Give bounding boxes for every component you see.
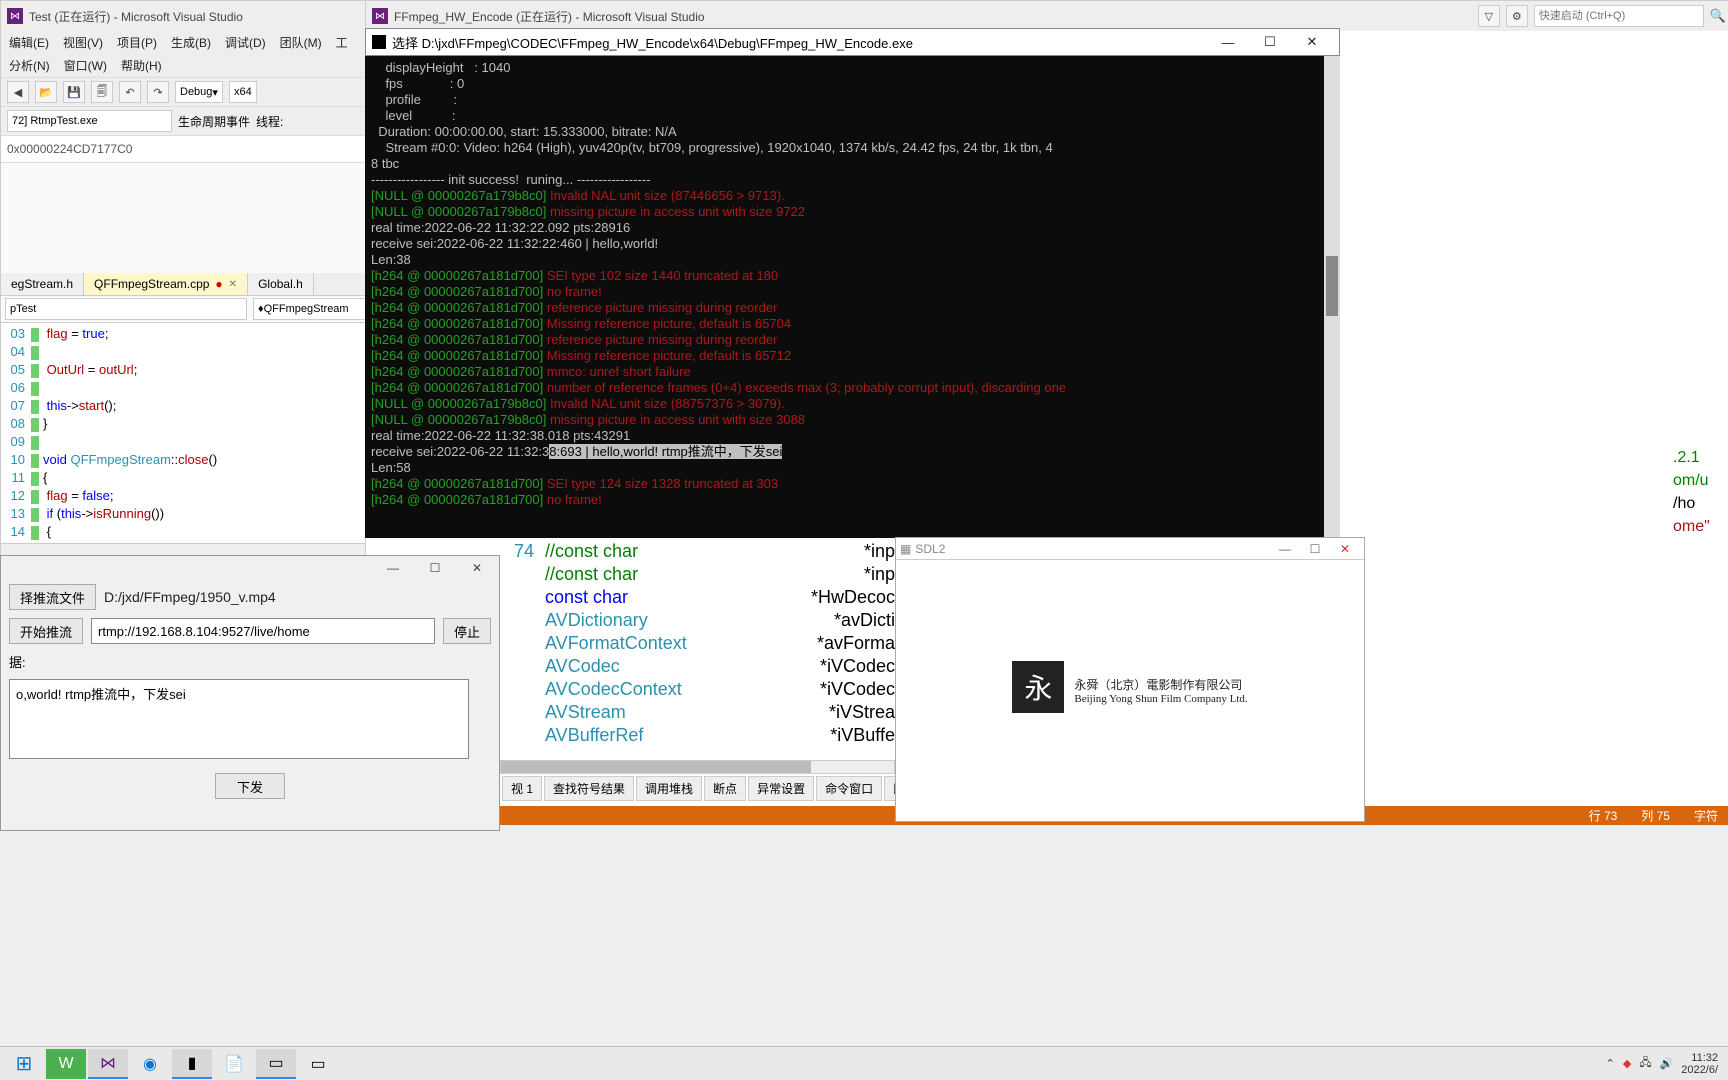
app-edge[interactable]: ◉ [130, 1049, 170, 1079]
console-title-text: 选择 D:\jxd\FFmpeg\CODEC\FFmpeg_HW_Encode\… [392, 33, 913, 52]
console-window: 选择 D:\jxd\FFmpeg\CODEC\FFmpeg_HW_Encode\… [365, 28, 1340, 538]
tab-stream-cpp[interactable]: QFFmpegStream.cpp●✕ [84, 273, 248, 295]
send-button[interactable]: 下发 [215, 773, 285, 799]
tray-app-icon[interactable]: ◆ [1623, 1057, 1631, 1070]
console-titlebar[interactable]: 选择 D:\jxd\FFmpeg\CODEC\FFmpeg_HW_Encode\… [365, 28, 1340, 56]
search-icon[interactable]: 🔍 [1710, 8, 1726, 24]
app-window-2[interactable]: ▭ [298, 1049, 338, 1079]
message-label: 据: [9, 652, 26, 671]
process-select[interactable]: 72] RtmpTest.exe [7, 110, 172, 132]
logo-text-en: Beijing Yong Shun Film Company Ltd. [1074, 693, 1247, 705]
undo-icon[interactable]: ↶ [119, 81, 141, 103]
config-select[interactable]: Debug ▾ [175, 81, 223, 103]
tray-up-icon[interactable]: ⌃ [1606, 1057, 1615, 1070]
taskbar[interactable]: ⊞ W ⋈ ◉ ▮ 📄 ▭ ▭ ⌃ ◆ 🖧 🔊 11:322022/6/ [0, 1046, 1728, 1080]
minimize-button[interactable]: — [1270, 542, 1300, 556]
settings-icon[interactable]: ⚙ [1506, 5, 1528, 27]
menu-build[interactable]: 生成(B) [171, 34, 211, 51]
message-textarea[interactable]: o,world! rtmp推流中，下发sei [9, 679, 469, 759]
save-icon[interactable]: 💾 [63, 81, 85, 103]
status-col: 列 75 [1641, 807, 1670, 824]
tray-net-icon[interactable]: 🖧 [1639, 1054, 1651, 1073]
quick-launch-input[interactable] [1534, 5, 1704, 27]
status-char: 字符 [1694, 807, 1718, 824]
maximize-button[interactable]: ☐ [1249, 30, 1291, 54]
rtmp-url-input[interactable] [91, 618, 435, 644]
window-title: FFmpeg_HW_Encode (正在运行) - Microsoft Visu… [394, 8, 705, 25]
maximize-button[interactable]: ☐ [1300, 542, 1330, 556]
menu-team[interactable]: 团队(M) [280, 34, 322, 51]
code-editor-right[interactable]: 74 //const char*inp //const char*inp con… [500, 540, 895, 747]
output-tabs: 视 1查找符号结果调用堆栈断点异常设置命令窗口即时窗口 [502, 776, 950, 801]
menu-tools-trunc[interactable]: 工 [336, 34, 348, 51]
h-scrollbar-right[interactable] [500, 760, 895, 774]
platform-select[interactable]: x64 [229, 81, 257, 103]
push-stream-dialog: — ☐ ✕ 择推流文件 D:/jxd/FFmpeg/1950_v.mp4 开始推… [0, 555, 500, 831]
console-output[interactable]: displayHeight : 1040 fps : 0 profile : l… [365, 56, 1340, 536]
app-icon-1[interactable]: W [46, 1049, 86, 1079]
tab-stream-h[interactable]: egStream.h [1, 273, 84, 295]
minimize-button[interactable]: — [375, 558, 411, 578]
menu-window[interactable]: 窗口(W) [64, 57, 107, 74]
sdl-video-frame: 永 永舜（北京）電影制作有限公司 Beijing Yong Shun Film … [896, 560, 1364, 820]
close-button[interactable]: ✕ [1291, 30, 1333, 54]
right-peek-code: .2.1om/u/hoome" [1673, 446, 1728, 538]
thread-label: 线程: [256, 113, 283, 130]
choose-file-button[interactable]: 择推流文件 [9, 584, 96, 610]
menu-edit[interactable]: 编辑(E) [9, 34, 49, 51]
tray-sound-icon[interactable]: 🔊 [1660, 1057, 1674, 1070]
app-notepad[interactable]: 📄 [214, 1049, 254, 1079]
maximize-button[interactable]: ☐ [417, 558, 453, 578]
taskbar-clock[interactable]: 11:322022/6/ [1681, 1052, 1718, 1076]
cmd-icon [372, 35, 386, 49]
scope-class[interactable]: pTest [5, 298, 247, 320]
minimize-button[interactable]: — [1207, 30, 1249, 54]
open-icon[interactable]: 📂 [35, 81, 57, 103]
output-tab[interactable]: 断点 [704, 776, 746, 801]
close-button[interactable]: ✕ [459, 558, 495, 578]
console-scrollbar[interactable] [1324, 56, 1340, 538]
menu-analyze[interactable]: 分析(N) [9, 57, 50, 74]
output-tab[interactable]: 调用堆栈 [636, 776, 702, 801]
logo-icon: 永 [1012, 661, 1064, 713]
menu-view[interactable]: 视图(V) [63, 34, 103, 51]
lifecycle-label: 生命周期事件 [178, 113, 250, 130]
app-window-1[interactable]: ▭ [256, 1049, 296, 1079]
app-terminal[interactable]: ▮ [172, 1049, 212, 1079]
vs-icon: ⋈ [7, 8, 23, 24]
start-button[interactable]: ⊞ [4, 1049, 44, 1079]
logo-text-cn: 永舜（北京）電影制作有限公司 [1074, 676, 1247, 693]
vs-icon: ⋈ [372, 8, 388, 24]
app-vs[interactable]: ⋈ [88, 1049, 128, 1079]
saveall-icon[interactable]: 🗐 [91, 81, 113, 103]
menu-debug[interactable]: 调试(D) [225, 34, 266, 51]
tab-global-h[interactable]: Global.h [248, 273, 314, 295]
system-tray[interactable]: ⌃ ◆ 🖧 🔊 11:322022/6/ [1606, 1052, 1724, 1076]
sdl-icon: ▦ [900, 542, 911, 556]
close-icon[interactable]: ✕ [229, 279, 237, 290]
file-path: D:/jxd/FFmpeg/1950_v.mp4 [104, 589, 276, 605]
close-button[interactable]: ✕ [1330, 542, 1360, 556]
start-stream-button[interactable]: 开始推流 [9, 618, 83, 644]
sdl-title-text: SDL2 [915, 542, 945, 556]
status-row: 行 73 [1589, 807, 1618, 824]
redo-icon[interactable]: ↷ [147, 81, 169, 103]
filter-icon[interactable]: ▽ [1478, 5, 1500, 27]
output-tab[interactable]: 查找符号结果 [544, 776, 634, 801]
menu-project[interactable]: 项目(P) [117, 34, 157, 51]
back-icon[interactable]: ◀ [7, 81, 29, 103]
output-tab[interactable]: 视 1 [502, 776, 542, 801]
output-tab[interactable]: 异常设置 [748, 776, 814, 801]
window-title: Test (正在运行) - Microsoft Visual Studio [29, 8, 243, 25]
sdl2-window: ▦ SDL2 — ☐ ✕ 永 永舜（北京）電影制作有限公司 Beijing Yo… [895, 537, 1365, 822]
stop-stream-button[interactable]: 停止 [443, 618, 491, 644]
output-tab[interactable]: 命令窗口 [816, 776, 882, 801]
menu-help[interactable]: 帮助(H) [121, 57, 162, 74]
